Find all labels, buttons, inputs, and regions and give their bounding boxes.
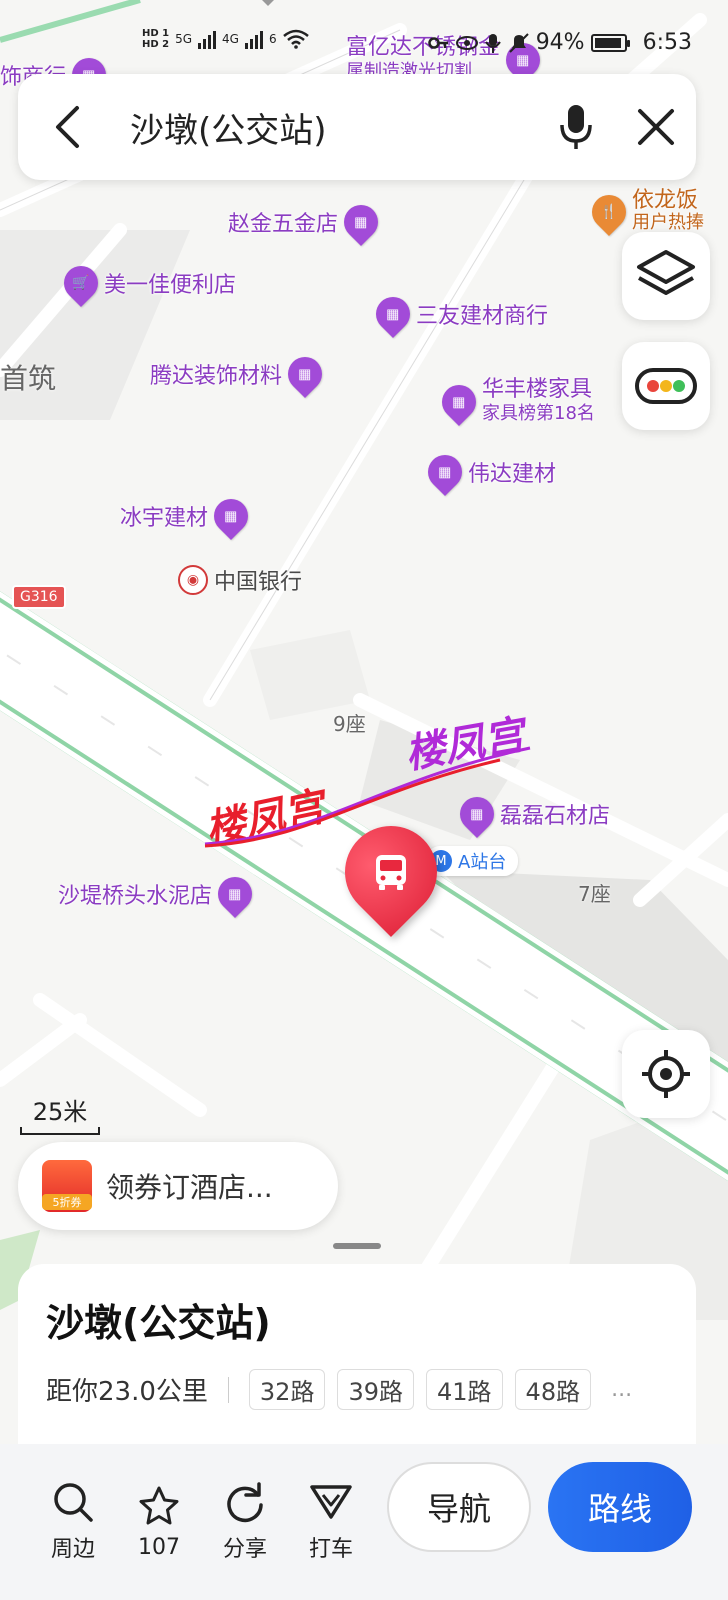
voice-search-button[interactable] — [536, 74, 616, 180]
store-icon: ▦ — [420, 447, 470, 497]
signal-icon — [198, 29, 217, 49]
route-button[interactable]: 路线 — [548, 1462, 692, 1552]
poi-sanyou[interactable]: ▦ 三友建材商行 — [368, 289, 549, 339]
store-icon: ▦ — [210, 869, 260, 919]
poi-huafeng[interactable]: ▦ 华丰楼家具 家具榜第18名 — [434, 377, 595, 427]
bus-route-chip[interactable]: 41路 — [426, 1369, 503, 1410]
clock: 6:53 — [642, 30, 692, 55]
bank-icon: ◉ — [178, 565, 208, 595]
station-platform-tag[interactable]: M A站台 — [426, 846, 519, 876]
share-icon — [227, 1482, 263, 1523]
poi-label: 冰宇建材 — [120, 506, 209, 531]
place-detail-sheet[interactable]: 沙墩(公交站) 距你23.0公里 32路 39路 41路 48路 ... — [18, 1264, 696, 1454]
restaurant-icon: 🍴 — [584, 187, 634, 237]
taxi-icon — [310, 1485, 352, 1519]
network-type: 5G — [175, 32, 193, 46]
battery-icon — [590, 33, 630, 52]
traffic-toggle-button[interactable] — [622, 342, 710, 430]
poi-tengda[interactable]: 腾达装饰材料 ▦ — [150, 349, 330, 399]
crosshair-locate-icon — [642, 1050, 690, 1098]
microphone-icon — [560, 105, 592, 149]
shopping-cart-icon: 🛒 — [56, 258, 106, 308]
bell-muted-icon — [508, 32, 529, 53]
bus-route-chip[interactable]: 48路 — [514, 1369, 592, 1410]
poi-label: 中国银行 — [214, 570, 303, 595]
chevron-left-icon — [56, 106, 79, 148]
promo-text: 领券订酒店... — [106, 1171, 273, 1204]
distance-text: 距你23.0公里 — [46, 1377, 208, 1407]
traffic-light-icon — [635, 368, 697, 404]
search-query-text[interactable]: 沙墩(公交站) — [118, 103, 536, 152]
favorite-button[interactable]: 107 — [116, 1485, 202, 1560]
wifi-icon — [282, 29, 309, 49]
bus-route-chip[interactable]: 32路 — [248, 1369, 326, 1410]
place-name: 沙墩(公交站) — [46, 1301, 271, 1345]
taxi-button[interactable]: 打车 — [288, 1481, 374, 1563]
poi-meiyijia[interactable]: 🛒 美一佳便利店 — [56, 258, 237, 308]
poi-shadi-cement[interactable]: 沙堤桥头水泥店 ▦ — [58, 869, 260, 919]
poi-label: 依龙饭 — [632, 188, 699, 213]
poi-label: 华丰楼家具 — [482, 377, 593, 402]
poi-bank-of-china[interactable]: ◉ 中国银行 — [178, 564, 302, 596]
layers-icon — [637, 250, 695, 295]
microphone-status-icon — [484, 33, 501, 53]
poi-label: 沙堤桥头水泥店 — [58, 884, 213, 909]
coupon-gift-icon: 5折券 — [42, 1160, 92, 1212]
search-icon — [54, 1483, 93, 1522]
poi-label: 赵金五金店 — [228, 212, 339, 237]
hotel-coupon-promo[interactable]: 5折券 领券订酒店... — [18, 1142, 338, 1230]
bus-route-chip[interactable]: 39路 — [337, 1369, 414, 1410]
poi-label: 伟达建材 — [468, 462, 557, 487]
map-scale: 25米 — [20, 1092, 100, 1135]
hd-indicator: HD 1 HD 2 — [142, 28, 170, 50]
signal-icon — [244, 29, 263, 49]
share-label: 分享 — [222, 1537, 267, 1562]
divider — [227, 1376, 229, 1403]
taxi-label: 打车 — [308, 1537, 353, 1562]
locate-me-button[interactable] — [622, 1030, 710, 1118]
share-button[interactable]: 分享 — [202, 1481, 288, 1563]
bus-icon — [376, 855, 406, 890]
store-icon: ▦ — [434, 377, 484, 427]
eye-icon — [455, 35, 478, 50]
store-icon: ▦ — [206, 491, 256, 541]
poi-label: 美一佳便利店 — [104, 273, 237, 298]
sheet-drag-handle[interactable] — [333, 1243, 381, 1249]
building-label: 7座 — [578, 882, 611, 906]
store-icon: ▦ — [336, 197, 386, 247]
poi-label: 三友建材商行 — [416, 304, 549, 329]
poi-sub-label: 家具榜第18名 — [482, 403, 595, 424]
poi-bingyu[interactable]: 冰宇建材 ▦ — [120, 491, 256, 541]
network-type: 4G — [222, 32, 239, 46]
more-routes[interactable]: ... — [611, 1377, 632, 1402]
poi-sub-label: 用户热捧 — [632, 212, 704, 233]
battery-percent: 94% — [535, 30, 585, 55]
star-icon — [139, 1486, 179, 1524]
building-label: 9座 — [333, 712, 366, 736]
road-badge: G316 — [12, 585, 66, 609]
nearby-label: 周边 — [50, 1537, 95, 1562]
close-icon — [638, 109, 674, 145]
map-layers-button[interactable] — [622, 232, 710, 320]
poi-label: 腾达装饰材料 — [150, 364, 283, 389]
search-bar[interactable]: 沙墩(公交站) — [18, 74, 696, 180]
clear-search-button[interactable] — [616, 74, 696, 180]
area-label: 首筑 — [0, 362, 57, 395]
back-button[interactable] — [18, 74, 118, 180]
nearby-button[interactable]: 周边 — [30, 1481, 116, 1563]
poi-zhaojin-hardware[interactable]: 赵金五金店 ▦ — [228, 197, 386, 247]
wifi-version: 6 — [268, 32, 277, 46]
platform-label: A站台 — [458, 852, 507, 873]
key-icon — [427, 36, 448, 49]
favorites-count: 107 — [138, 1534, 180, 1560]
navigate-button[interactable]: 导航 — [387, 1462, 531, 1552]
store-icon: ▦ — [368, 289, 418, 339]
store-icon: ▦ — [280, 349, 330, 399]
poi-weida[interactable]: ▦ 伟达建材 — [420, 447, 557, 497]
poi-yilong-restaurant[interactable]: 🍴 依龙饭 用户热捧 — [584, 187, 704, 237]
